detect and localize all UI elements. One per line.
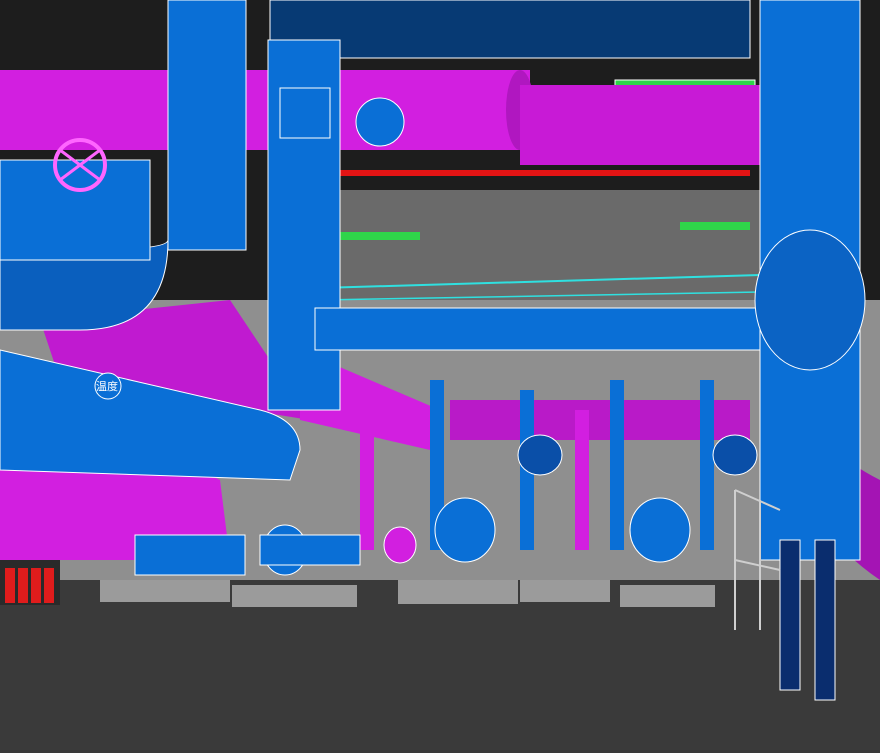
blue-vert-c — [610, 380, 624, 550]
red-pipe-line — [330, 170, 750, 176]
pump-pad-1 — [100, 580, 230, 602]
blue-vert-d — [700, 380, 714, 550]
ceiling-slab — [320, 190, 760, 300]
magenta-pipe-right — [520, 85, 760, 165]
blue-pipe-vertical-1 — [167, 0, 247, 251]
blue-pipe-mid — [314, 307, 766, 351]
bim-pipe-room-render: 温度 — [0, 0, 880, 753]
blue-pipe-right-flange — [754, 229, 866, 371]
blue-drain-1 — [779, 539, 801, 691]
magenta-vert-a — [360, 420, 374, 550]
pipe-label-text: 温度 — [96, 379, 118, 393]
fire-cylinder-icon — [0, 560, 60, 605]
pump-pad-4 — [520, 580, 610, 602]
gauge-icon — [355, 97, 405, 147]
blue-drain-2 — [814, 539, 836, 701]
blue-pipe-top — [269, 0, 751, 59]
scene-canvas: 温度 — [0, 0, 880, 753]
pump-pad-3 — [398, 580, 518, 604]
magenta-vert-b — [575, 410, 589, 550]
magenta-pipe-top — [0, 70, 530, 150]
pump-pad-2 — [232, 585, 357, 607]
green-tray-mid2 — [680, 222, 750, 230]
blue-pipe-left — [0, 159, 151, 261]
green-tray-mid — [330, 232, 420, 240]
pump-pad-5 — [620, 585, 715, 607]
floor-plane — [0, 580, 880, 753]
valve-box — [279, 87, 331, 139]
